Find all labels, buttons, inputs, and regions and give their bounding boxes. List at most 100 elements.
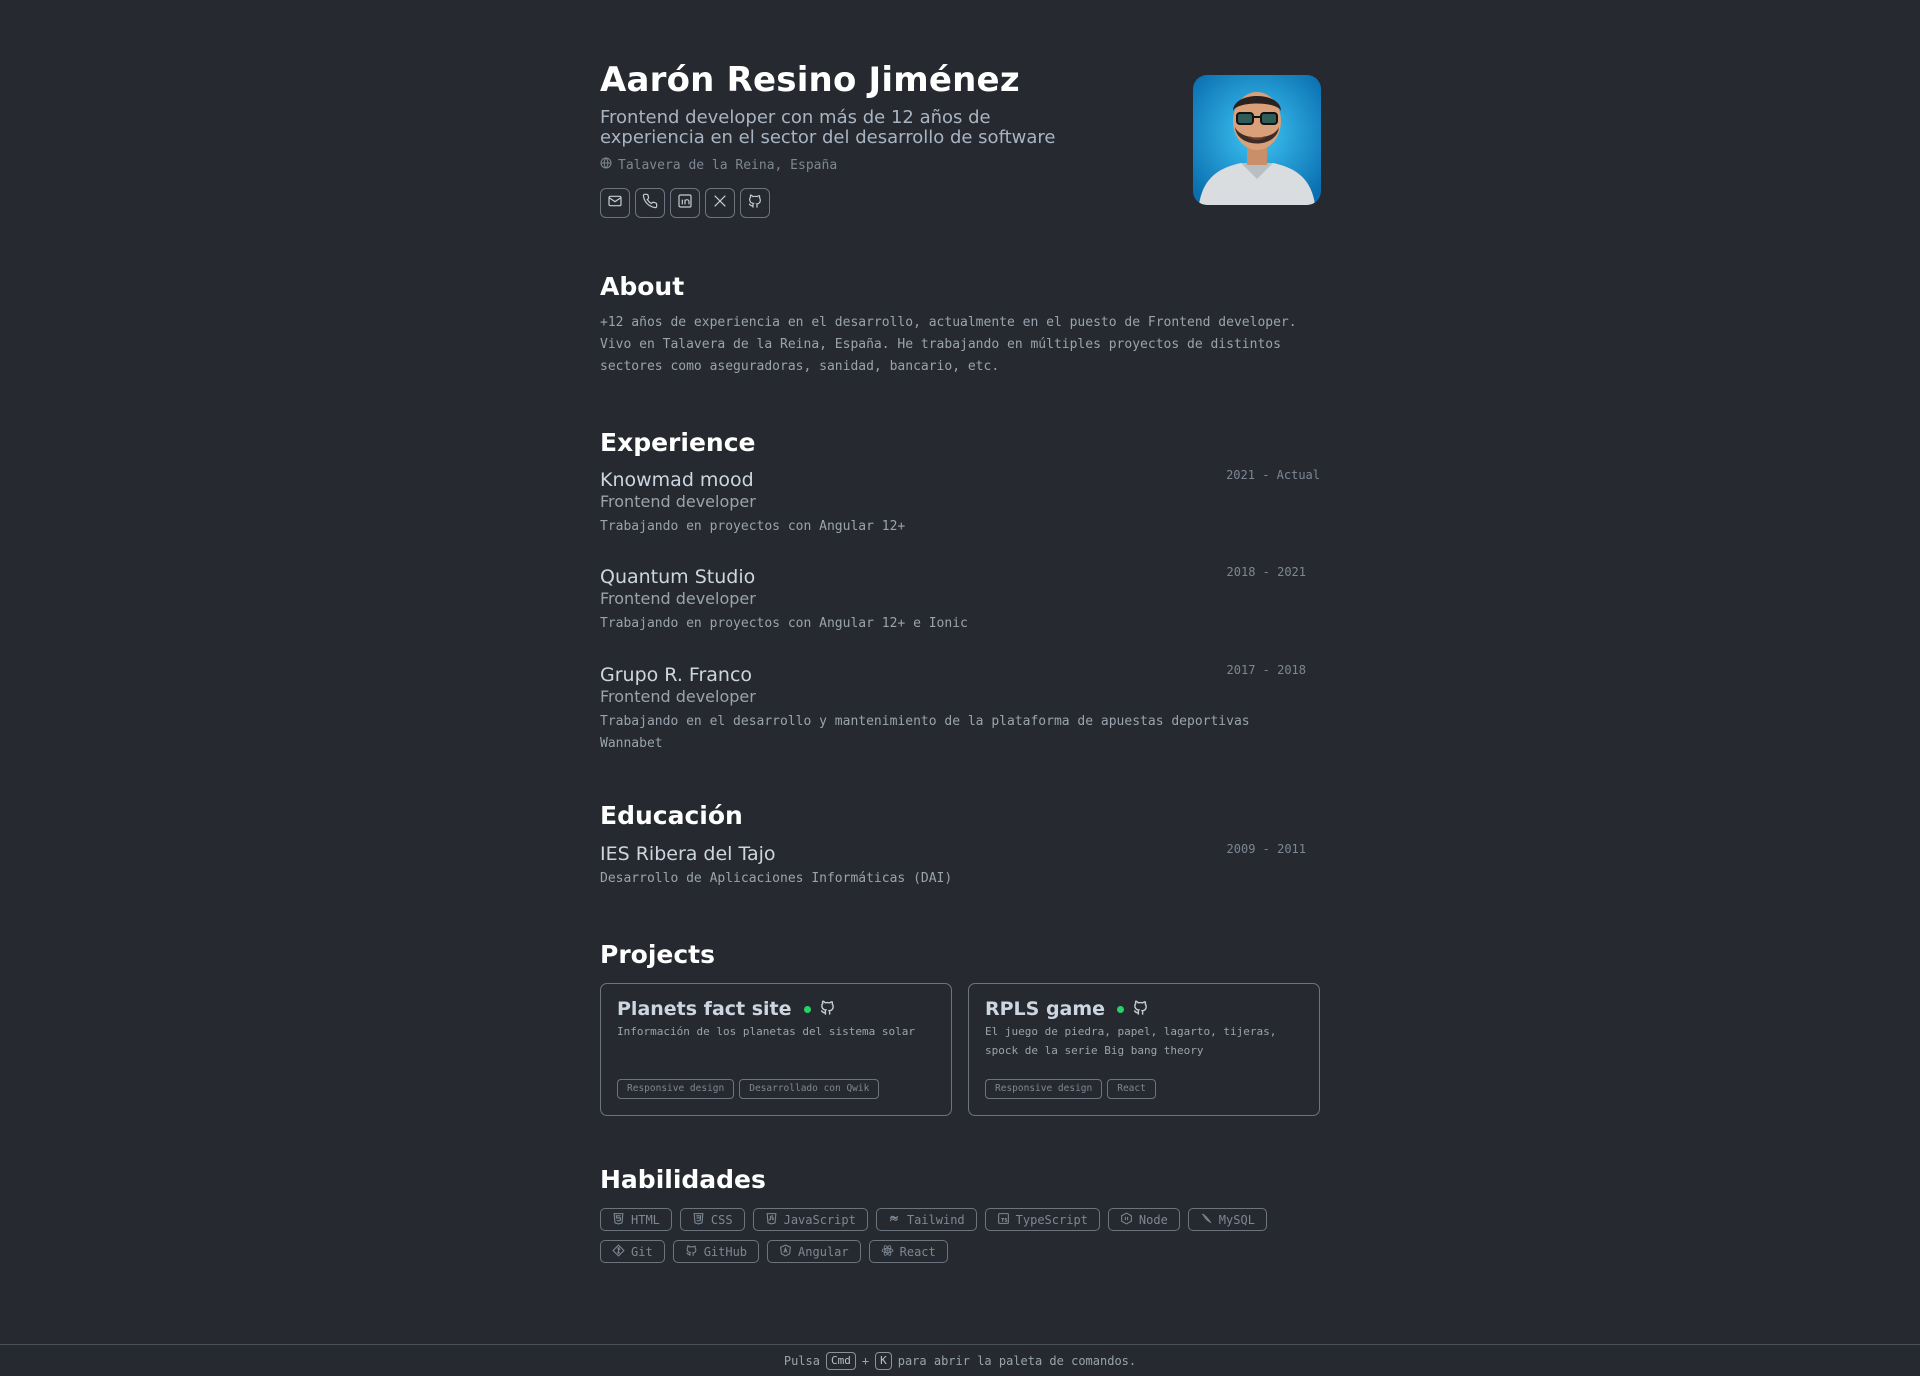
skill-label: Tailwind [906, 1212, 965, 1227]
typescript-icon [997, 1212, 1010, 1228]
footer-suffix: para abrir la paleta de comandos. [897, 1353, 1137, 1368]
skill-label: JavaScript [783, 1212, 856, 1227]
skill-label: Angular [798, 1244, 849, 1259]
github-icon[interactable] [819, 999, 836, 1020]
skill-label: MySQL [1218, 1212, 1255, 1227]
git-icon [612, 1243, 625, 1260]
linkedin-icon [677, 193, 693, 213]
job-description: Trabajando en el desarrollo y mantenimie… [600, 714, 1250, 751]
job-company: Grupo R. Franco [600, 664, 753, 686]
x-icon [712, 193, 728, 213]
css3-icon [692, 1212, 705, 1228]
live-status-dot [803, 1005, 811, 1013]
skill-label: HTML [631, 1212, 660, 1227]
skill-badge: TypeScript [984, 1208, 1100, 1231]
location: Talavera de la Reina, España [600, 157, 837, 173]
skill-label: CSS [710, 1212, 733, 1227]
skill-badge: React [868, 1240, 948, 1263]
education-degree: Desarrollo de Aplicaciones Informáticas … [600, 871, 953, 886]
github-icon [747, 193, 763, 213]
location-text: Talavera de la Reina, España [618, 157, 838, 173]
job-date: 2017 - 2018 [1226, 663, 1306, 677]
education-date: 2009 - 2011 [1226, 842, 1306, 856]
skill-label: React [899, 1244, 936, 1259]
footer-prefix: Pulsa [783, 1353, 820, 1368]
experience-item: Quantum Studio Frontend developer Trabaj… [600, 565, 1320, 635]
phone-button[interactable] [635, 188, 665, 218]
avatar [1193, 75, 1321, 205]
project-title[interactable]: Planets fact site [617, 998, 792, 1020]
project-tag: Responsive design [617, 1079, 735, 1099]
experience-title: Experience [600, 428, 756, 457]
skill-badge: CSS [679, 1208, 745, 1231]
job-description: Trabajando en proyectos con Angular 12+ … [600, 616, 968, 631]
skill-label: Git [631, 1244, 653, 1259]
project-header: Planets fact site [617, 998, 935, 1020]
skill-badge: Angular [767, 1240, 861, 1263]
job-company: Knowmad mood [600, 469, 754, 491]
footer-plus: + [861, 1353, 870, 1368]
project-tags: Responsive design React [985, 1079, 1156, 1099]
project-title[interactable]: RPLS game [985, 998, 1105, 1020]
html5-icon [612, 1212, 625, 1228]
phone-icon [642, 193, 658, 213]
about-text: +12 años de experiencia en el desarrollo… [600, 315, 1297, 374]
github-button[interactable] [740, 188, 770, 218]
command-palette-hint: Pulsa Cmd + K para abrir la paleta de co… [0, 1344, 1920, 1376]
job-role: Frontend developer [600, 492, 756, 511]
project-header: RPLS game [985, 998, 1303, 1020]
skill-badge: Git [600, 1240, 665, 1263]
x-button[interactable] [705, 188, 735, 218]
live-status-dot [1117, 1005, 1125, 1013]
skill-badge: Node [1107, 1208, 1180, 1231]
social-links [600, 188, 770, 218]
project-card[interactable]: Planets fact site Información de los pla… [600, 983, 952, 1116]
tailwind-icon [888, 1212, 901, 1228]
skills-list: HTML CSS JavaScript Tailwind TypeScript … [600, 1208, 1330, 1263]
email-button[interactable] [600, 188, 630, 218]
node-icon [1120, 1211, 1133, 1228]
linkedin-button[interactable] [670, 188, 700, 218]
skill-badge: GitHub [672, 1240, 760, 1263]
globe-icon [600, 157, 612, 173]
job-role: Frontend developer [600, 687, 756, 706]
experience-item: Knowmad mood Frontend developer Trabajan… [600, 468, 1320, 538]
job-date: 2021 - Actual [1226, 468, 1320, 482]
skills-title: Habilidades [600, 1165, 766, 1194]
github-icon [685, 1244, 698, 1260]
education-item: IES Ribera del Tajo Desarrollo de Aplica… [600, 842, 1320, 890]
page-title: Aarón Resino Jiménez [600, 60, 1020, 100]
projects-title: Projects [600, 940, 716, 969]
project-tag: Responsive design [985, 1079, 1103, 1099]
skill-badge: MySQL [1187, 1208, 1267, 1231]
project-description: El juego de piedra, papel, lagarto, tije… [985, 1025, 1277, 1057]
job-role: Frontend developer [600, 589, 756, 608]
skill-badge: Tailwind [875, 1208, 977, 1231]
project-tag: Desarrollado con Qwik [739, 1079, 880, 1099]
skill-label: GitHub [703, 1244, 748, 1259]
mail-icon [607, 193, 623, 213]
skill-label: Node [1138, 1212, 1168, 1227]
project-tags: Responsive design Desarrollado con Qwik [617, 1079, 880, 1099]
skill-badge: HTML [600, 1208, 672, 1231]
mysql-icon [1200, 1212, 1213, 1228]
project-tag: React [1107, 1079, 1156, 1099]
skill-label: TypeScript [1015, 1212, 1088, 1227]
about-title: About [600, 272, 685, 301]
angular-icon [779, 1243, 792, 1260]
github-icon[interactable] [1132, 999, 1149, 1020]
kbd-cmd: Cmd [825, 1351, 856, 1370]
react-icon [881, 1244, 894, 1260]
header-tagline: Frontend developer con más de 12 años de… [600, 107, 1056, 148]
job-description: Trabajando en proyectos con Angular 12+ [600, 519, 906, 534]
education-title: Educación [600, 801, 743, 830]
kbd-k: K [875, 1351, 892, 1370]
education-school: IES Ribera del Tajo [600, 843, 776, 865]
job-company: Quantum Studio [600, 566, 756, 588]
project-description: Información de los planetas del sistema … [617, 1025, 916, 1038]
javascript-icon [765, 1212, 778, 1228]
project-card[interactable]: RPLS game El juego de piedra, papel, lag… [968, 983, 1320, 1116]
skill-badge: JavaScript [752, 1208, 868, 1231]
job-date: 2018 - 2021 [1226, 565, 1306, 579]
experience-item: Grupo R. Franco Frontend developer Traba… [600, 663, 1320, 755]
